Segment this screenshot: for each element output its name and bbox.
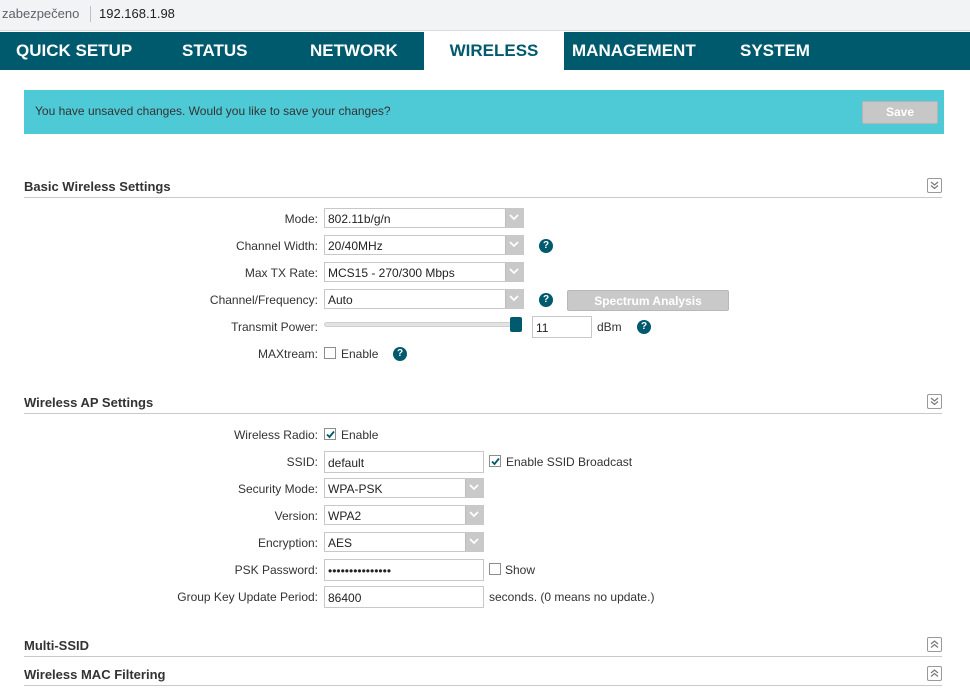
channel-width-select[interactable]: 20/40MHz (324, 235, 524, 255)
psk-password-input[interactable]: ••••••••••••••• (324, 559, 484, 581)
multi-ssid-header[interactable]: Multi-SSID (24, 637, 942, 657)
security-mode-label: Security Mode: (237, 482, 318, 496)
maxtream-label: MAXtream: (257, 347, 318, 361)
tab-network[interactable]: NETWORK (310, 32, 398, 70)
channel-frequency-label: Channel/Frequency: (209, 293, 318, 307)
maxtream-enable-label[interactable]: Enable (341, 347, 378, 361)
maxtream-checkbox[interactable] (324, 347, 336, 359)
security-indicator[interactable]: zabezpečeno (2, 6, 79, 21)
help-icon[interactable]: ? (637, 320, 651, 334)
channel-width-value: 20/40MHz (328, 239, 383, 253)
expand-icon[interactable] (927, 637, 942, 652)
psk-password-label: PSK Password: (234, 563, 318, 577)
mac-filtering-title: Wireless MAC Filtering (24, 667, 166, 682)
chevron-down-icon (505, 290, 523, 308)
address-divider (90, 6, 91, 22)
chevron-down-icon (505, 236, 523, 254)
encryption-label: Encryption: (257, 536, 318, 550)
security-mode-value: WPA-PSK (328, 482, 383, 496)
channel-frequency-select[interactable]: Auto (324, 289, 524, 309)
collapse-icon[interactable] (927, 394, 942, 409)
tab-management[interactable]: MANAGEMENT (572, 32, 696, 70)
mode-value: 802.11b/g/n (328, 212, 391, 226)
help-icon[interactable]: ? (539, 293, 553, 307)
wireless-radio-checkbox[interactable] (324, 428, 336, 440)
transmit-power-label: Transmit Power: (231, 320, 318, 334)
chevron-down-icon (465, 479, 483, 497)
wireless-radio-enable-label[interactable]: Enable (341, 428, 378, 442)
encryption-value: AES (328, 536, 353, 550)
version-value: WPA2 (328, 509, 362, 523)
channel-frequency-value: Auto (328, 293, 353, 307)
security-mode-select[interactable]: WPA-PSK (324, 478, 484, 498)
basic-wireless-title: Basic Wireless Settings (24, 179, 171, 194)
chevron-down-icon (505, 209, 523, 227)
show-password-label[interactable]: Show (505, 563, 535, 577)
max-tx-rate-select[interactable]: MCS15 - 270/300 Mbps (324, 262, 524, 282)
transmit-power-unit: dBm (597, 320, 622, 334)
group-key-hint: seconds. (0 means no update.) (489, 590, 655, 604)
save-button[interactable]: Save (862, 101, 938, 124)
version-label: Version: (274, 509, 318, 523)
transmit-power-input[interactable]: 11 (532, 316, 592, 338)
unsaved-changes-banner: You have unsaved changes. Would you like… (24, 90, 944, 134)
mode-select[interactable]: 802.11b/g/n (324, 208, 524, 228)
spectrum-analysis-button[interactable]: Spectrum Analysis (567, 290, 729, 311)
multi-ssid-title: Multi-SSID (24, 638, 89, 653)
tab-status[interactable]: STATUS (182, 32, 247, 70)
main-nav: QUICK SETUP STATUS NETWORK WIRELESS MANA… (0, 32, 970, 70)
checkmark-icon (491, 457, 500, 466)
chevron-down-icon (465, 506, 483, 524)
transmit-power-slider-handle[interactable] (510, 317, 522, 332)
basic-wireless-header[interactable]: Basic Wireless Settings (24, 178, 942, 198)
mac-filtering-header[interactable]: Wireless MAC Filtering (24, 666, 942, 686)
collapse-icon[interactable] (927, 178, 942, 193)
chevron-down-icon (465, 533, 483, 551)
wireless-ap-title: Wireless AP Settings (24, 395, 154, 410)
psk-password-value: ••••••••••••••• (328, 564, 392, 578)
tab-system[interactable]: SYSTEM (740, 32, 810, 70)
url-text[interactable]: 192.168.1.98 (99, 6, 175, 21)
mode-label: Mode: (284, 212, 318, 226)
transmit-power-slider[interactable] (324, 322, 518, 327)
wireless-ap-header[interactable]: Wireless AP Settings (24, 394, 942, 414)
transmit-power-value: 11 (536, 321, 549, 335)
ssid-input[interactable]: default (324, 451, 484, 473)
ssid-label: SSID: (286, 455, 318, 469)
max-tx-rate-value: MCS15 - 270/300 Mbps (328, 266, 455, 280)
help-icon[interactable]: ? (393, 347, 407, 361)
tab-wireless[interactable]: WIRELESS (424, 32, 564, 70)
chevron-down-icon (505, 263, 523, 281)
help-icon[interactable]: ? (539, 239, 553, 253)
version-select[interactable]: WPA2 (324, 505, 484, 525)
checkmark-icon (326, 430, 335, 439)
encryption-select[interactable]: AES (324, 532, 484, 552)
wireless-radio-label: Wireless Radio: (233, 428, 318, 442)
expand-icon[interactable] (927, 666, 942, 681)
group-key-input[interactable]: 86400 (324, 586, 484, 608)
ssid-value: default (328, 456, 365, 470)
channel-width-label: Channel Width: (235, 239, 318, 253)
tab-quick-setup[interactable]: QUICK SETUP (16, 32, 132, 70)
group-key-label: Group Key Update Period: (177, 590, 318, 604)
ssid-broadcast-checkbox[interactable] (489, 455, 501, 467)
show-password-checkbox[interactable] (489, 563, 501, 575)
browser-address-bar[interactable]: zabezpečeno 192.168.1.98 (0, 0, 970, 31)
group-key-value: 86400 (328, 591, 362, 605)
max-tx-rate-label: Max TX Rate: (244, 266, 318, 280)
ssid-broadcast-label[interactable]: Enable SSID Broadcast (506, 455, 632, 469)
unsaved-changes-message: You have unsaved changes. Would you like… (35, 104, 391, 118)
